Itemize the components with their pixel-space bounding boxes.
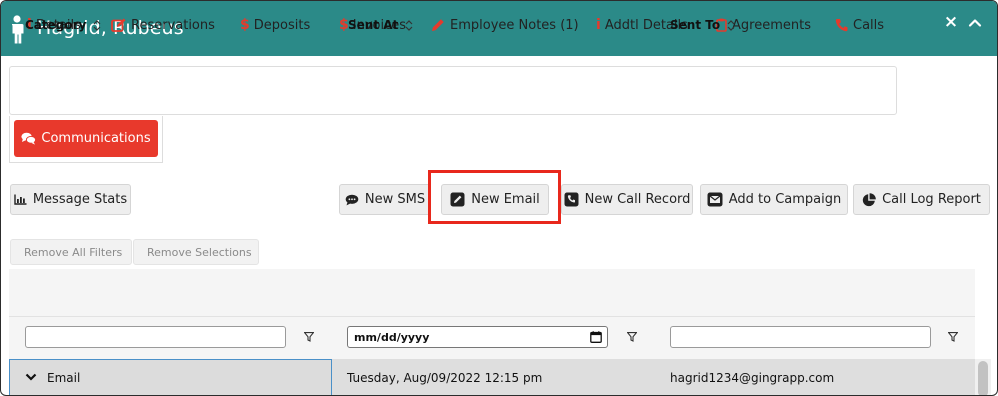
button-label: Message Stats <box>32 192 128 207</box>
pencil-icon <box>432 19 444 31</box>
info-icon: i <box>596 17 601 33</box>
sent-at-date-filter[interactable]: mm/dd/yyyy <box>347 326 608 348</box>
filter-icon[interactable] <box>627 332 637 342</box>
tab-reservations[interactable]: Reservations <box>111 15 215 35</box>
tab-deposits[interactable]: $ Deposits <box>240 15 310 35</box>
sent-to-filter-input[interactable] <box>670 326 931 348</box>
sent-to-value: hagrid1234@gingrapp.com <box>670 371 835 385</box>
tab-label: Agreements <box>732 17 811 33</box>
tab-label: Deposits <box>253 17 311 33</box>
bar-chart-icon <box>14 194 27 205</box>
column-header-sent-to[interactable]: Sent To <box>670 18 735 32</box>
edit-square-icon <box>111 18 126 32</box>
tab-label: Reservations <box>131 17 215 33</box>
remove-all-filters-button[interactable]: Remove All Filters <box>10 239 132 265</box>
customer-dialog: Hagrid, Rubeus × i Details Reservations … <box>0 0 998 396</box>
tab-label: Calls <box>853 17 885 33</box>
phone-icon <box>835 19 848 32</box>
close-button[interactable]: × <box>942 13 960 31</box>
envelope-icon <box>707 192 723 207</box>
filter-icon[interactable] <box>304 332 314 342</box>
sent-at-value: Tuesday, Aug/09/2022 12:15 pm <box>347 371 543 385</box>
category-filter-input[interactable] <box>25 326 286 348</box>
column-header-sent-at[interactable]: Sent At <box>348 18 413 32</box>
category-value: Email <box>47 371 81 385</box>
filter-icon[interactable] <box>948 332 958 342</box>
new-call-record-button[interactable]: New Call Record <box>561 184 693 215</box>
dollar-icon: $ <box>240 17 250 33</box>
phone-square-icon <box>564 192 579 207</box>
pie-chart-icon <box>862 192 876 206</box>
tab-label: Employee Notes (1) <box>450 17 579 33</box>
chevron-up-icon[interactable] <box>966 14 984 32</box>
comments-icon <box>21 132 37 145</box>
column-label: Sent At <box>348 18 399 32</box>
chevron-down-icon[interactable] <box>25 373 37 381</box>
sort-icon <box>405 19 413 31</box>
button-label: Remove Selections <box>147 245 252 259</box>
message-stats-button[interactable]: Message Stats <box>10 184 131 215</box>
button-label: Remove All Filters <box>24 245 123 259</box>
button-label: Add to Campaign <box>728 192 842 207</box>
calendar-icon[interactable] <box>590 331 602 343</box>
button-label: New SMS <box>364 192 426 207</box>
new-email-button[interactable]: New Email <box>441 184 549 215</box>
column-label: Category <box>25 18 87 32</box>
button-label: New Email <box>471 192 540 207</box>
edit-icon <box>450 192 465 207</box>
button-label: New Call Record <box>584 192 691 207</box>
button-label: Call Log Report <box>882 192 981 207</box>
sort-icon <box>727 19 735 31</box>
new-sms-button[interactable]: New SMS <box>339 184 431 215</box>
remove-selections-button[interactable]: Remove Selections <box>133 239 259 265</box>
grid-header <box>9 269 975 317</box>
tab-communications[interactable]: Communications <box>14 120 158 157</box>
column-header-category[interactable]: Category <box>25 18 101 32</box>
sort-icon <box>93 19 101 31</box>
tab-bar <box>9 66 897 115</box>
sms-icon <box>345 194 359 205</box>
person-icon <box>11 15 24 44</box>
column-label: Sent To <box>670 18 721 32</box>
tab-label: Communications <box>41 131 151 146</box>
tab-employee-notes[interactable]: Employee Notes (1) <box>431 15 579 35</box>
date-placeholder: mm/dd/yyyy <box>354 330 430 344</box>
scrollbar-thumb[interactable] <box>978 361 988 395</box>
add-to-campaign-button[interactable]: Add to Campaign <box>700 184 848 215</box>
call-log-report-button[interactable]: Call Log Report <box>853 184 990 215</box>
tab-calls[interactable]: Calls <box>835 15 884 35</box>
